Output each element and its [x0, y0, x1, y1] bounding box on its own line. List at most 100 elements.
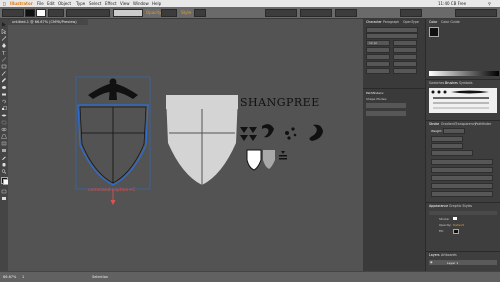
tab-pathfinder[interactable]: Pathfinder: [475, 122, 491, 127]
color-fill-preview[interactable]: [429, 27, 439, 37]
zoom-level[interactable]: 66.67%: [3, 275, 16, 279]
workspace-switcher[interactable]: [400, 9, 422, 17]
perspective-grid-tool-icon[interactable]: [1, 134, 7, 139]
fill-swatch[interactable]: [25, 9, 35, 17]
appearance-row-path[interactable]: [429, 211, 497, 215]
tab-character[interactable]: Character: [366, 20, 382, 25]
color-spectrum[interactable]: [429, 71, 499, 76]
dashed-line-options[interactable]: [431, 159, 493, 165]
horizontal-scale-field[interactable]: [393, 54, 417, 60]
scale-options[interactable]: [431, 175, 493, 181]
tab-graphic-styles[interactable]: Graphic Styles: [449, 204, 472, 209]
underline-field[interactable]: [366, 68, 390, 74]
pathfinder-buttons[interactable]: [366, 111, 406, 116]
artboard-canvas[interactable]: SHANGPREE command+option+C: [8, 25, 417, 271]
type-tool-icon[interactable]: T: [1, 50, 7, 56]
magic-wand-tool-icon[interactable]: [1, 36, 7, 41]
blob-brush-tool-icon[interactable]: [1, 85, 7, 90]
shape-modes-label: Shape Modes:: [366, 97, 388, 101]
brushes-list[interactable]: [429, 88, 497, 113]
arrowheads-options[interactable]: [431, 167, 493, 173]
shape-builder-tool-icon[interactable]: [1, 127, 7, 132]
drawing-modes-icon[interactable]: [1, 189, 7, 194]
direct-selection-tool-icon[interactable]: [1, 29, 7, 34]
menu-select[interactable]: Select: [89, 1, 101, 6]
tab-gradient[interactable]: Gradient: [441, 122, 455, 127]
svg-text:T: T: [2, 51, 6, 56]
tab-paragraph[interactable]: Paragraph: [383, 20, 399, 25]
cap-options[interactable]: [431, 136, 463, 142]
kerning-field[interactable]: [366, 47, 390, 53]
menu-view[interactable]: View: [120, 1, 130, 6]
tab-brushes[interactable]: Brushes: [445, 81, 458, 86]
appearance-stroke-swatch[interactable]: [453, 217, 457, 220]
leading-field[interactable]: [393, 40, 417, 46]
vertical-scale-field[interactable]: [366, 54, 390, 60]
layer-row[interactable]: ◉ Layer 1: [429, 260, 497, 265]
menu-window[interactable]: Window: [133, 1, 149, 6]
menu-file[interactable]: File: [37, 1, 44, 6]
search-help-field[interactable]: [455, 9, 497, 17]
tab-appearance[interactable]: Appearance: [429, 204, 448, 209]
tab-color[interactable]: Color: [429, 20, 437, 25]
search-icon[interactable]: ⚲: [488, 1, 491, 6]
brush-dropdown[interactable]: [113, 9, 143, 17]
style-dropdown[interactable]: [194, 9, 206, 17]
pen-tool-icon[interactable]: [1, 43, 7, 48]
gradient-tool-icon[interactable]: [1, 148, 7, 153]
menu-app-name[interactable]: Illustrator: [10, 1, 33, 6]
tab-color-guide[interactable]: Color Guide: [441, 20, 460, 25]
tab-artboards[interactable]: Artboards: [441, 253, 457, 258]
baseline-shift-field[interactable]: [366, 61, 390, 67]
zoom-tool-icon[interactable]: [1, 169, 7, 174]
transform-fields[interactable]: [265, 9, 297, 17]
font-style-field[interactable]: [366, 33, 418, 39]
paintbrush-tool-icon[interactable]: [1, 71, 7, 76]
apple-icon[interactable]: : [3, 1, 5, 6]
character-rotation-field[interactable]: [393, 61, 417, 67]
tab-swatches[interactable]: Swatches: [429, 81, 444, 86]
hand-tool-icon[interactable]: [1, 162, 7, 167]
rectangle-tool-icon[interactable]: [1, 64, 7, 69]
align-controls[interactable]: [300, 9, 332, 17]
eraser-tool-icon[interactable]: [1, 92, 7, 97]
pencil-tool-icon[interactable]: [1, 78, 7, 83]
artboard-number[interactable]: 1: [22, 275, 24, 279]
scale-tool-icon[interactable]: [1, 106, 7, 111]
menu-object[interactable]: Object: [58, 1, 71, 6]
align-arrow-options[interactable]: [431, 183, 493, 189]
language-field[interactable]: [393, 68, 417, 74]
white-shield-icon: [246, 149, 262, 171]
menu-type[interactable]: Type: [76, 1, 85, 6]
variable-width-dropdown[interactable]: [66, 9, 110, 17]
stroke-weight-input[interactable]: [443, 128, 465, 134]
tab-stroke[interactable]: Stroke: [429, 122, 439, 127]
screen-mode-icon[interactable]: [1, 196, 7, 201]
opacity-field[interactable]: [161, 9, 177, 17]
menu-help[interactable]: Help: [152, 1, 161, 6]
tab-symbols[interactable]: Symbols: [459, 81, 473, 86]
eye-icon[interactable]: ◉: [430, 260, 433, 264]
shape-mode-buttons[interactable]: [366, 103, 406, 108]
width-tool-icon[interactable]: [1, 113, 7, 118]
eyedropper-tool-icon[interactable]: [1, 155, 7, 160]
stroke-swatch[interactable]: [36, 9, 46, 17]
appearance-fill-swatch[interactable]: [453, 229, 459, 234]
rotate-tool-icon[interactable]: [1, 99, 7, 104]
line-tool-icon[interactable]: [1, 57, 7, 62]
mesh-tool-icon[interactable]: [1, 141, 7, 146]
tracking-field[interactable]: [393, 47, 417, 53]
arrange-controls[interactable]: [335, 9, 357, 17]
tab-opentype[interactable]: OpenType: [403, 20, 419, 25]
menu-edit[interactable]: Edit: [47, 1, 55, 6]
opacity-label: Opacity: [146, 10, 162, 15]
selection-tool-icon[interactable]: [1, 22, 7, 27]
free-transform-tool-icon[interactable]: [1, 120, 7, 125]
profile-options[interactable]: [431, 191, 493, 197]
stroke-weight-field[interactable]: [48, 9, 64, 17]
tab-transparency[interactable]: Transparency: [455, 122, 476, 127]
corner-options[interactable]: [431, 143, 463, 149]
align-stroke-options[interactable]: [431, 150, 473, 156]
tab-layers[interactable]: Layers: [429, 253, 440, 258]
menu-effect[interactable]: Effect: [105, 1, 117, 6]
